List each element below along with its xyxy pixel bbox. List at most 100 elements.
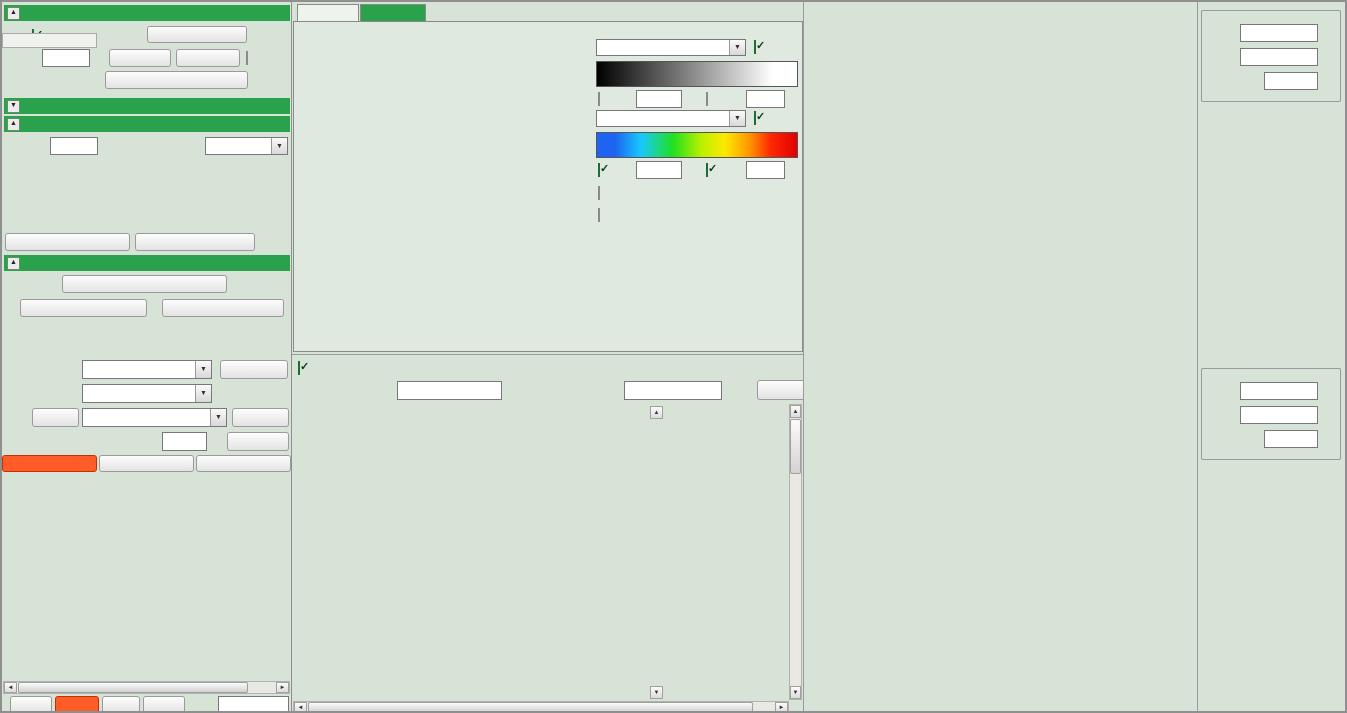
channel2-min-checkbox[interactable]: [598, 164, 600, 176]
efret-min-spinner[interactable]: [1318, 24, 1331, 42]
load-rois-button[interactable]: [147, 26, 247, 43]
optimized-rainbow-checkbox[interactable]: [598, 187, 600, 199]
fit-all-button[interactable]: [143, 696, 185, 713]
clear-button[interactable]: [10, 696, 52, 713]
irf-for-all-button[interactable]: [227, 432, 289, 451]
collapse-icon[interactable]: ▲: [7, 7, 20, 20]
scroll-down-icon[interactable]: ▼: [650, 686, 663, 699]
chevron-down-icon[interactable]: ▼: [195, 361, 211, 378]
scroll-down-icon[interactable]: ▼: [790, 686, 801, 699]
efret-smpl-spinner[interactable]: [1318, 72, 1331, 90]
n-field[interactable]: [162, 432, 207, 451]
scroll-up-icon[interactable]: ▲: [790, 405, 801, 418]
n-spinner[interactable]: [207, 432, 220, 451]
channel1-max-spinner[interactable]: [785, 90, 798, 108]
upper-boundary-spinner[interactable]: [722, 381, 735, 400]
binning-field[interactable]: [50, 137, 98, 155]
scrollbar-thumb[interactable]: [790, 419, 801, 474]
apply-limits-checkbox[interactable]: [298, 362, 300, 374]
binning-spinner[interactable]: [98, 137, 111, 155]
channel2-min-field[interactable]: [636, 161, 682, 179]
fit-vertical-scrollbar[interactable]: ▲ ▼: [789, 404, 802, 700]
distance-min-field[interactable]: [1240, 382, 1318, 400]
fit-button[interactable]: [102, 696, 140, 713]
irf-remove-button[interactable]: [232, 408, 289, 427]
remove-roi-button[interactable]: [176, 49, 240, 67]
scroll-left-icon[interactable]: ◄: [294, 702, 307, 713]
initial-fit-button[interactable]: [55, 696, 99, 713]
roi-spinner[interactable]: [90, 49, 103, 67]
section-header-file[interactable]: ▲: [4, 255, 290, 271]
chevron-down-icon[interactable]: ▼: [210, 409, 226, 426]
reset-range-button[interactable]: [757, 380, 803, 400]
distance-max-field[interactable]: [1240, 406, 1318, 424]
chevron-down-icon[interactable]: ▼: [271, 138, 287, 154]
save-result-button[interactable]: [62, 275, 227, 293]
lower-boundary-spinner[interactable]: [502, 381, 515, 400]
show-all-rois-checkbox[interactable]: [246, 52, 248, 64]
tab-flim-image[interactable]: [297, 4, 359, 21]
show-all-params-button[interactable]: [2, 455, 97, 472]
channel1-max-field[interactable]: [746, 90, 785, 108]
save-defaults-button[interactable]: [20, 299, 147, 317]
chevron-down-icon[interactable]: ▼: [729, 40, 745, 55]
upper-boundary-field[interactable]: [624, 381, 722, 400]
export-clipboard-button[interactable]: [196, 455, 291, 472]
channel2-max-checkbox[interactable]: [706, 164, 708, 176]
scroll-up-icon[interactable]: ▲: [650, 406, 663, 419]
irf-import-button[interactable]: [32, 408, 79, 427]
left-horizontal-scrollbar[interactable]: ◄ ►: [3, 681, 290, 694]
channel2-dropdown[interactable]: ▼: [596, 110, 746, 127]
collapse-icon[interactable]: ▲: [7, 118, 20, 131]
scrollbar-thumb[interactable]: [18, 682, 248, 693]
new-roi-button[interactable]: [109, 49, 171, 67]
rainbow-gradient-bar[interactable]: [596, 132, 798, 158]
time-gate-plot[interactable]: [5, 170, 288, 206]
channel1-min-field[interactable]: [636, 90, 682, 108]
channel2-max-spinner[interactable]: [785, 161, 798, 179]
distance-min-spinner[interactable]: [1318, 382, 1331, 400]
efret-min-field[interactable]: [1240, 24, 1318, 42]
section-header-frame[interactable]: ▼: [4, 98, 290, 114]
roi-number-field[interactable]: [42, 49, 90, 67]
tab-fret-image[interactable]: [360, 4, 426, 21]
distance-max-spinner[interactable]: [1318, 406, 1331, 424]
calculate-fastflim-button[interactable]: [5, 233, 130, 251]
export-ascii-button[interactable]: [99, 455, 194, 472]
channel1-dropdown[interactable]: ▼: [596, 39, 746, 56]
restore-defaults-button[interactable]: [162, 299, 284, 317]
channel1-min-checkbox[interactable]: [598, 93, 600, 105]
collapse-icon[interactable]: ▼: [7, 100, 20, 113]
efret-max-spinner[interactable]: [1318, 48, 1331, 66]
chevron-down-icon[interactable]: ▼: [195, 385, 211, 402]
scrollbar-thumb[interactable]: [308, 702, 753, 713]
smoothing-checkbox[interactable]: [598, 209, 600, 221]
fitting-model-dropdown[interactable]: ▼: [82, 360, 212, 379]
fit-horizontal-scrollbar[interactable]: ◄ ►: [293, 701, 789, 713]
channel1-active-checkbox[interactable]: [754, 41, 756, 53]
distance-smpl-field[interactable]: [1264, 430, 1318, 448]
calculate-fret-button[interactable]: [135, 233, 255, 251]
channel2-max-field[interactable]: [746, 161, 785, 179]
efret-smpl-field[interactable]: [1264, 72, 1318, 90]
scroll-right-icon[interactable]: ►: [775, 702, 788, 713]
channel1-min-spinner[interactable]: [682, 90, 695, 108]
help-button[interactable]: [220, 360, 288, 379]
section-header-roi[interactable]: ▲: [4, 5, 290, 21]
scroll-right-icon[interactable]: ►: [276, 682, 289, 693]
roi-from-threshold-button[interactable]: [105, 71, 248, 89]
section-header-fret[interactable]: ▲: [4, 116, 290, 132]
scroll-left-icon[interactable]: ◄: [4, 682, 17, 693]
decay-dropdown[interactable]: ▼: [82, 384, 212, 403]
tcspc-binning-dropdown[interactable]: ▼: [205, 137, 288, 155]
collapse-icon[interactable]: ▲: [7, 257, 20, 270]
lower-boundary-field[interactable]: [397, 381, 502, 400]
efret-max-field[interactable]: [1240, 48, 1318, 66]
channel2-min-spinner[interactable]: [682, 161, 695, 179]
chevron-down-icon[interactable]: ▼: [729, 111, 745, 126]
channel1-max-checkbox[interactable]: [706, 93, 708, 105]
irf-dropdown[interactable]: ▼: [82, 408, 227, 427]
distance-smpl-spinner[interactable]: [1318, 430, 1331, 448]
channel2-active-checkbox[interactable]: [754, 112, 756, 124]
events-gradient-bar[interactable]: [596, 61, 798, 87]
